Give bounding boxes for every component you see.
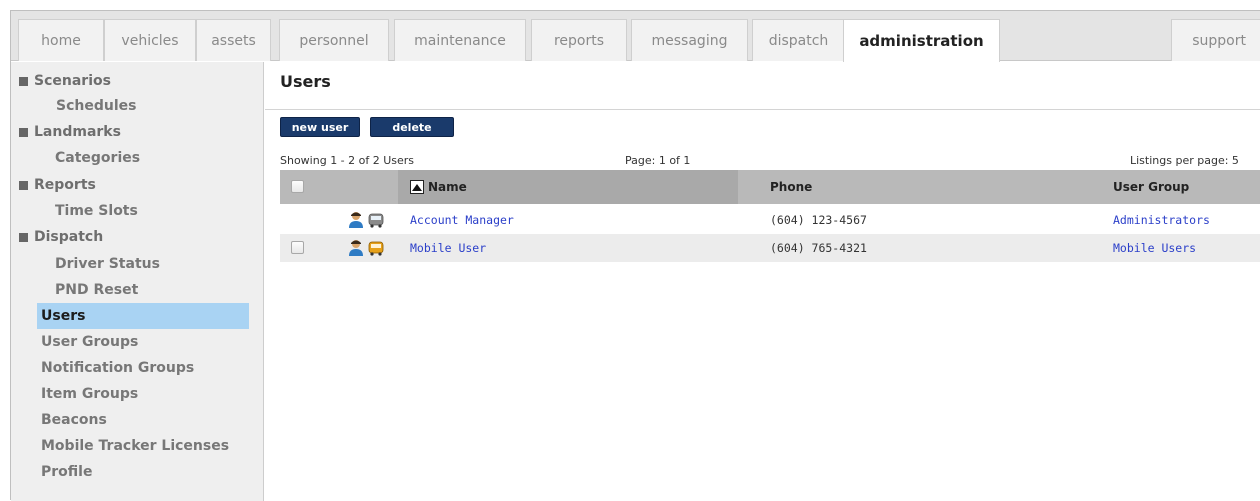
top-tab-bar: home vehicles assets personnel maintenan… bbox=[11, 11, 1260, 62]
page-title: Users bbox=[280, 72, 331, 91]
sidebar-item-driver-status[interactable]: Driver Status bbox=[11, 251, 264, 277]
sidebar-item-dispatch[interactable]: Dispatch bbox=[11, 224, 264, 250]
user-phone: (604) 765-4321 bbox=[770, 241, 867, 255]
page-indicator: Page: 1 of 1 bbox=[625, 154, 691, 167]
tab-reports[interactable]: reports bbox=[531, 19, 627, 61]
tab-administration[interactable]: administration bbox=[843, 19, 1000, 62]
sidebar-item-notification-groups[interactable]: Notification Groups bbox=[11, 355, 264, 381]
sidebar-item-pnd-reset[interactable]: PND Reset bbox=[11, 277, 264, 303]
person-icon bbox=[349, 212, 363, 228]
column-header-name-label: Name bbox=[428, 180, 467, 194]
user-name-link[interactable]: Mobile User bbox=[410, 234, 486, 262]
showing-count: Showing 1 - 2 of 2 Users bbox=[280, 154, 415, 167]
column-header-phone[interactable]: Phone bbox=[770, 170, 812, 204]
sidebar-item-user-groups[interactable]: User Groups bbox=[11, 329, 264, 355]
table-row: Mobile User (604) 765-4321 Mobile Users bbox=[280, 234, 1260, 262]
sidebar-item-label: Reports bbox=[34, 177, 96, 193]
user-name-link[interactable]: Account Manager bbox=[410, 206, 514, 234]
sidebar-item-item-groups[interactable]: Item Groups bbox=[11, 381, 264, 407]
sidebar-item-users[interactable]: Users bbox=[37, 303, 249, 329]
sidebar-item-label: Dispatch bbox=[34, 229, 104, 245]
vehicle-icon bbox=[368, 241, 384, 256]
user-group-link[interactable]: Mobile Users bbox=[1113, 234, 1196, 262]
person-icon bbox=[349, 240, 363, 256]
sidebar: Scenarios Schedules Landmarks Categories… bbox=[11, 62, 264, 501]
tab-home[interactable]: home bbox=[18, 19, 104, 61]
tab-assets[interactable]: assets bbox=[196, 19, 271, 61]
sidebar-item-label: Scenarios bbox=[34, 73, 111, 89]
tab-vehicles[interactable]: vehicles bbox=[104, 19, 196, 61]
sidebar-item-reports[interactable]: Reports bbox=[11, 172, 264, 198]
new-user-button[interactable]: new user bbox=[280, 117, 360, 137]
sidebar-item-time-slots[interactable]: Time Slots bbox=[11, 198, 264, 224]
sort-ascending-icon bbox=[410, 180, 424, 194]
user-phone: (604) 123-4567 bbox=[770, 213, 867, 227]
title-divider bbox=[265, 109, 1260, 110]
sidebar-item-schedules[interactable]: Schedules bbox=[11, 93, 264, 119]
tab-maintenance[interactable]: maintenance bbox=[394, 19, 526, 61]
app-frame: home vehicles assets personnel maintenan… bbox=[10, 10, 1260, 501]
sidebar-item-profile[interactable]: Profile bbox=[11, 459, 264, 485]
collapse-square-icon bbox=[19, 232, 28, 242]
sidebar-item-scenarios[interactable]: Scenarios bbox=[11, 68, 264, 94]
sidebar-item-label: Landmarks bbox=[34, 124, 121, 140]
vehicle-icon bbox=[368, 213, 384, 228]
tab-personnel[interactable]: personnel bbox=[279, 19, 389, 61]
column-header-name[interactable]: Name bbox=[410, 170, 467, 204]
collapse-square-icon bbox=[19, 127, 28, 137]
sidebar-item-landmarks[interactable]: Landmarks bbox=[11, 119, 264, 145]
sidebar-item-categories[interactable]: Categories bbox=[11, 145, 264, 171]
sidebar-item-beacons[interactable]: Beacons bbox=[11, 407, 264, 433]
tab-support[interactable]: support bbox=[1171, 19, 1260, 61]
tab-messaging[interactable]: messaging bbox=[631, 19, 748, 61]
tab-dispatch[interactable]: dispatch bbox=[752, 19, 845, 61]
delete-button[interactable]: delete bbox=[370, 117, 454, 137]
collapse-square-icon bbox=[19, 76, 28, 86]
table-row: Account Manager (604) 123-4567 Administr… bbox=[280, 206, 1260, 234]
sidebar-item-mobile-tracker-licenses[interactable]: Mobile Tracker Licenses bbox=[11, 433, 264, 459]
main-content: Users new user delete Showing 1 - 2 of 2… bbox=[265, 62, 1260, 501]
column-header-user-group[interactable]: User Group bbox=[1113, 170, 1189, 204]
listings-per-page[interactable]: Listings per page: 5 bbox=[1130, 154, 1239, 167]
collapse-square-icon bbox=[19, 180, 28, 190]
row-checkbox[interactable] bbox=[291, 241, 304, 254]
table-header: Name Phone User Group bbox=[280, 170, 1260, 204]
select-all-checkbox[interactable] bbox=[291, 180, 304, 193]
user-group-link[interactable]: Administrators bbox=[1113, 206, 1210, 234]
